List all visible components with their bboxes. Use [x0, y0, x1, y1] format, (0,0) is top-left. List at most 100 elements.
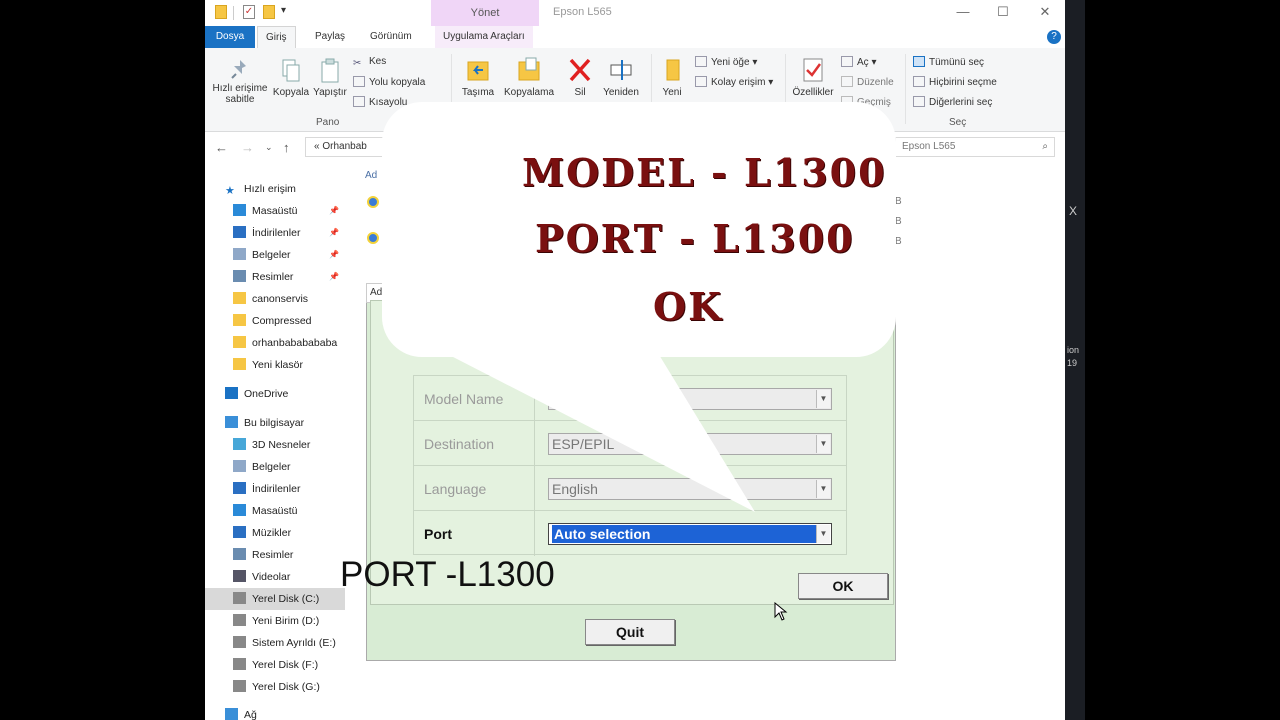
sidebar-item[interactable]: Videolar: [205, 566, 345, 588]
tab-view[interactable]: Görünüm: [362, 26, 420, 48]
sidebar-item[interactable]: Yeni klasör: [205, 354, 345, 376]
back-arrow-icon[interactable]: ←: [215, 140, 228, 155]
destination-select[interactable]: ESP/EPIL ▼: [548, 433, 832, 455]
folder-icon[interactable]: [215, 5, 227, 19]
sidebar-item[interactable]: orhanbababababa: [205, 332, 345, 354]
paste-button[interactable]: Yapıştır: [311, 58, 349, 98]
download-icon: [233, 226, 246, 238]
column-header-name[interactable]: Ad: [365, 170, 377, 181]
move-label: Taşıma: [461, 87, 495, 98]
copy-button[interactable]: Kopyala: [271, 58, 311, 98]
sidebar-item-label: Resimler: [252, 271, 294, 283]
context-tab-manage[interactable]: Yönet: [431, 0, 539, 26]
search-input[interactable]: Epson L565 ⌕: [895, 137, 1055, 157]
paste-shortcut-button[interactable]: Kısayolu: [353, 96, 407, 108]
sidebar-item[interactable]: Yerel Disk (C:): [205, 588, 345, 610]
chevron-down-icon[interactable]: ▼: [816, 435, 830, 453]
sidebar-item[interactable]: Compressed: [205, 310, 345, 332]
sidebar-item[interactable]: Yeni Birim (D:): [205, 610, 345, 632]
chevron-down-icon[interactable]: ▼: [816, 525, 830, 543]
sidebar-item[interactable]: Resimler 📌: [205, 266, 345, 288]
sidebar-item[interactable]: Masaüstü: [205, 500, 345, 522]
background-text-2: 19: [1067, 358, 1078, 368]
sidebar-item-label: Bu bilgisayar: [244, 417, 305, 429]
easy-access-button[interactable]: Kolay erişim ▾: [695, 76, 773, 88]
tab-home[interactable]: Giriş: [257, 26, 296, 48]
language-select[interactable]: English ▼: [548, 478, 832, 500]
sidebar-item[interactable]: İndirilenler 📌: [205, 222, 345, 244]
chevron-down-icon[interactable]: ▼: [816, 390, 830, 408]
model-name-select[interactable]: ▼: [548, 388, 832, 410]
mouse-cursor-icon: [774, 602, 788, 621]
sidebar-item[interactable]: Müzikler: [205, 522, 345, 544]
quick-access-dropdown-icon[interactable]: ▾: [281, 5, 286, 16]
paste-label: Yapıştır: [313, 87, 347, 98]
pin-icon[interactable]: 📌: [329, 200, 339, 222]
new-folder-icon[interactable]: [263, 5, 275, 19]
quit-button[interactable]: Quit: [585, 619, 675, 645]
sidebar-item[interactable]: Yerel Disk (F:): [205, 654, 345, 676]
sidebar-item[interactable]: Masaüstü 📌: [205, 200, 345, 222]
rename-label: Yeniden: [603, 87, 639, 98]
open-button[interactable]: Aç ▾: [841, 56, 876, 68]
forward-arrow-icon[interactable]: →: [241, 140, 254, 155]
document-icon: [233, 460, 246, 472]
port-select[interactable]: Auto selection ▼: [548, 523, 832, 545]
file-icon[interactable]: [367, 196, 379, 208]
computer-icon: [225, 416, 238, 428]
sidebar-item[interactable]: Resimler: [205, 544, 345, 566]
sidebar-item[interactable]: Belgeler 📌: [205, 244, 345, 266]
close-button[interactable]: ✕: [1035, 4, 1055, 20]
pin-icon[interactable]: 📌: [329, 266, 339, 288]
delete-button[interactable]: Sil: [565, 56, 595, 98]
port-value: Auto selection: [552, 525, 818, 543]
sidebar-item[interactable]: ★ Hızlı erişim: [205, 178, 345, 200]
up-arrow-icon[interactable]: ↑: [283, 140, 290, 155]
history-chevron-icon[interactable]: ⌄: [265, 142, 273, 153]
sidebar-item[interactable]: İndirilenler: [205, 478, 345, 500]
chevron-down-icon[interactable]: ▼: [816, 480, 830, 498]
invert-selection-button[interactable]: Diğerlerini seç: [913, 96, 992, 108]
cut-label: Kes: [369, 56, 387, 67]
network-icon: [225, 708, 238, 720]
copy-to-label: Kopyalama: [503, 87, 555, 98]
tab-share[interactable]: Paylaş: [307, 26, 353, 48]
help-icon[interactable]: ?: [1047, 30, 1061, 44]
properties-button[interactable]: Özellikler: [789, 56, 837, 98]
copy-path-button[interactable]: Yolu kopyala: [353, 76, 425, 88]
maximize-button[interactable]: ☐: [993, 4, 1013, 20]
sidebar-item[interactable]: Ağ: [205, 704, 345, 720]
tab-file[interactable]: Dosya: [205, 26, 255, 48]
new-item-button[interactable]: Yeni öğe ▾: [695, 56, 757, 68]
drive-icon: [233, 592, 246, 604]
desktop-icon: [233, 204, 246, 216]
edit-button[interactable]: Düzenle: [841, 76, 894, 88]
select-none-button[interactable]: Hiçbirini seçme: [913, 76, 997, 88]
move-to-button[interactable]: Taşıma: [457, 56, 499, 98]
sidebar-item[interactable]: Yerel Disk (G:): [205, 676, 345, 698]
cut-button[interactable]: ✂ Kes: [353, 56, 386, 69]
sidebar-item[interactable]: Belgeler: [205, 456, 345, 478]
search-icon[interactable]: ⌕: [1042, 138, 1048, 156]
divider: [534, 421, 535, 466]
sidebar-item[interactable]: OneDrive: [205, 383, 345, 405]
cube-icon: [233, 438, 246, 450]
file-icon[interactable]: [367, 232, 379, 244]
rename-button[interactable]: Yeniden: [599, 56, 643, 98]
sidebar-item[interactable]: Sistem Ayrıldı (E:): [205, 632, 345, 654]
sidebar-item[interactable]: Bu bilgisayar: [205, 412, 345, 434]
ok-button[interactable]: OK: [798, 573, 888, 599]
select-all-button[interactable]: Tümünü seç: [913, 56, 984, 68]
pin-icon[interactable]: 📌: [329, 222, 339, 244]
port-row: Port Auto selection ▼: [414, 511, 846, 556]
new-folder-button[interactable]: Yeni: [657, 56, 687, 98]
pin-quick-access-button[interactable]: Hızlı erişime sabitle: [209, 58, 271, 105]
pin-icon[interactable]: 📌: [329, 244, 339, 266]
properties-icon[interactable]: ✓: [243, 5, 255, 19]
copy-to-button[interactable]: Kopyalama: [501, 56, 557, 98]
divider: [534, 511, 535, 556]
tab-app-tools[interactable]: Uygulama Araçları: [435, 26, 533, 48]
sidebar-item[interactable]: canonservis: [205, 288, 345, 310]
sidebar-item[interactable]: 3D Nesneler: [205, 434, 345, 456]
minimize-button[interactable]: —: [953, 4, 973, 19]
